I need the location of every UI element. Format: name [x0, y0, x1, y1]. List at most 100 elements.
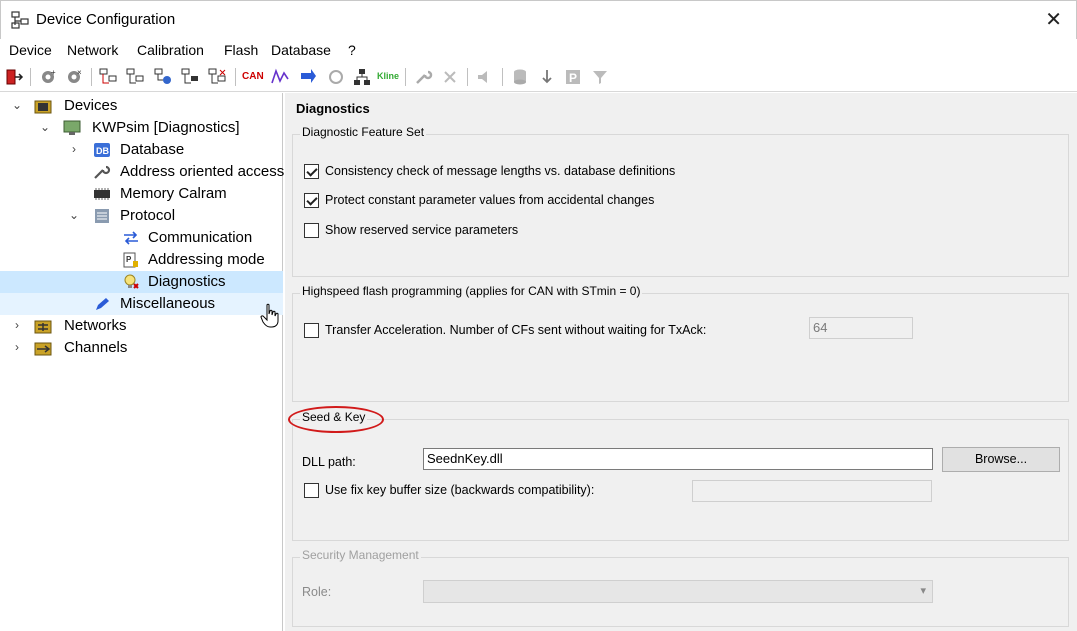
menu-help[interactable]: ?	[348, 42, 356, 58]
tree-item-memory-calram[interactable]: Memory Calram	[0, 183, 283, 205]
network-node-remove-icon[interactable]	[207, 67, 227, 87]
tree-item-diagnostics[interactable]: Diagnostics	[0, 271, 283, 293]
show-reserved-checkbox[interactable]	[304, 223, 319, 238]
tree-label: KWPsim [Diagnostics]	[92, 119, 240, 136]
tree-item-addressing-mode[interactable]: P Addressing mode	[0, 249, 283, 271]
gear-add-icon[interactable]: +	[38, 67, 58, 87]
wrench-icon[interactable]	[413, 67, 433, 87]
database-icon-text: DB	[96, 146, 109, 156]
tree-item-kwpsim[interactable]: ⌄ KWPsim [Diagnostics]	[0, 117, 283, 139]
tree-label: Devices	[64, 97, 118, 114]
menu-database[interactable]: Database	[271, 42, 331, 58]
consistency-check-checkbox[interactable]	[304, 164, 319, 179]
fix-key-checkbox[interactable]	[304, 483, 319, 498]
gear-remove-icon[interactable]: ×	[64, 67, 84, 87]
transfer-acceleration-checkbox[interactable]	[304, 323, 319, 338]
dll-path-field[interactable]: SeednKey.dll	[423, 448, 933, 470]
database-icon: DB	[94, 143, 110, 157]
tree-item-networks[interactable]: › Networks	[0, 315, 283, 337]
tree-label: Miscellaneous	[120, 295, 216, 312]
browse-button[interactable]: Browse...	[942, 447, 1060, 472]
page-title: Diagnostics	[296, 101, 370, 116]
security-title: Security Management	[300, 548, 421, 562]
expand-icon[interactable]: ›	[11, 318, 23, 332]
tree-item-miscellaneous[interactable]: Miscellaneous	[0, 293, 283, 315]
expand-icon[interactable]: ›	[11, 340, 23, 354]
expand-icon[interactable]: ⌄	[11, 98, 23, 112]
role-select[interactable]: ▾	[423, 580, 933, 603]
network-tree-icon[interactable]	[352, 67, 372, 87]
cf-count-field[interactable]: 64	[809, 317, 913, 339]
tree-label: Channels	[64, 339, 128, 356]
close-icon[interactable]: ✕	[1045, 7, 1062, 32]
exit-icon[interactable]	[4, 67, 24, 87]
tree-item-channels[interactable]: › Channels	[0, 337, 283, 359]
diagnostics-bulb-icon	[124, 274, 139, 289]
communication-arrows-icon	[124, 231, 138, 245]
expand-icon[interactable]: ⌄	[68, 208, 80, 222]
tree-label: Memory Calram	[120, 185, 227, 202]
feature-set-title: Diagnostic Feature Set	[300, 125, 427, 139]
highspeed-title: Highspeed flash programming (applies for…	[300, 284, 643, 298]
menu-flash[interactable]: Flash	[224, 42, 258, 58]
protocol-icon	[95, 209, 109, 223]
menu-network[interactable]: Network	[67, 42, 118, 58]
network-node-copy-icon[interactable]	[180, 67, 200, 87]
device-configuration-icon	[11, 11, 29, 29]
protect-constant-checkbox[interactable]	[304, 193, 319, 208]
svg-text:P: P	[126, 255, 132, 264]
protect-constant-label: Protect constant parameter values from a…	[325, 193, 655, 207]
svg-text:P: P	[569, 71, 577, 85]
tree-label: Addressing mode	[148, 251, 265, 268]
feature-set-group: Diagnostic Feature Set Consistency check…	[292, 125, 1069, 277]
diagnostics-panel: Diagnostics Diagnostic Feature Set Consi…	[285, 93, 1077, 631]
devices-icon	[34, 100, 52, 114]
menu-device[interactable]: Device	[9, 42, 52, 58]
monitor-icon	[63, 120, 81, 135]
addressing-page-icon: P	[123, 252, 138, 268]
move-down-icon[interactable]	[537, 67, 557, 87]
tree-item-communication[interactable]: Communication	[0, 227, 283, 249]
parameter-disabled-icon[interactable]: P	[563, 67, 583, 87]
speaker-disabled-icon[interactable]	[474, 67, 494, 87]
svg-text:×: ×	[77, 68, 82, 77]
filter-disabled-icon[interactable]	[590, 67, 610, 87]
highspeed-group: Highspeed flash programming (applies for…	[292, 284, 1069, 402]
toolbar: + × CAN Kline P	[0, 62, 1077, 92]
wrench-tools-icon	[94, 165, 111, 179]
tree-label: Address oriented access	[120, 163, 285, 180]
tree-item-address-oriented-access[interactable]: Address oriented access	[0, 161, 285, 183]
expand-icon[interactable]: ⌄	[39, 120, 51, 134]
network-node-add-icon[interactable]	[125, 67, 145, 87]
channels-icon	[34, 342, 52, 356]
consistency-check-label: Consistency check of message lengths vs.…	[325, 164, 676, 178]
can-icon[interactable]: CAN	[242, 71, 264, 82]
signal-graph-icon[interactable]	[270, 67, 290, 87]
tree-item-database[interactable]: › DB Database	[0, 139, 283, 161]
device-tree: ⌄ Devices ⌄ KWPsim [Diagnostics] › DB Da…	[0, 93, 285, 631]
window-title: Device Configuration	[36, 11, 176, 28]
show-reserved-label: Show reserved service parameters	[325, 223, 519, 237]
tree-label: Diagnostics	[148, 273, 226, 290]
fix-key-label: Use fix key buffer size (backwards compa…	[325, 483, 595, 497]
tree-item-protocol[interactable]: ⌄ Protocol	[0, 205, 283, 227]
measure-icon[interactable]	[326, 67, 346, 87]
tools-disabled-icon[interactable]	[440, 67, 460, 87]
mouse-cursor-hand-icon	[260, 303, 279, 328]
fix-key-size-field[interactable]	[692, 480, 932, 502]
role-label: Role:	[302, 585, 332, 599]
network-node-config-icon[interactable]	[153, 67, 173, 87]
dll-path-label: DLL path:	[302, 455, 356, 469]
tree-label: Networks	[64, 317, 127, 334]
menu-bar: Device Network Calibration Flash Databas…	[0, 39, 1077, 62]
menu-calibration[interactable]: Calibration	[137, 42, 204, 58]
security-group: Security Management Role: ▾	[292, 548, 1069, 627]
kline-icon[interactable]: Kline	[377, 71, 399, 81]
transfer-acceleration-label: Transfer Acceleration. Number of CFs sen…	[325, 323, 707, 337]
seed-key-highlight-ring	[288, 406, 384, 433]
network-node-icon[interactable]	[98, 67, 118, 87]
tree-item-devices[interactable]: ⌄ Devices	[0, 95, 283, 117]
expand-icon[interactable]: ›	[68, 142, 80, 156]
database-disabled-icon[interactable]	[510, 67, 530, 87]
flash-arrow-icon[interactable]	[298, 67, 318, 87]
